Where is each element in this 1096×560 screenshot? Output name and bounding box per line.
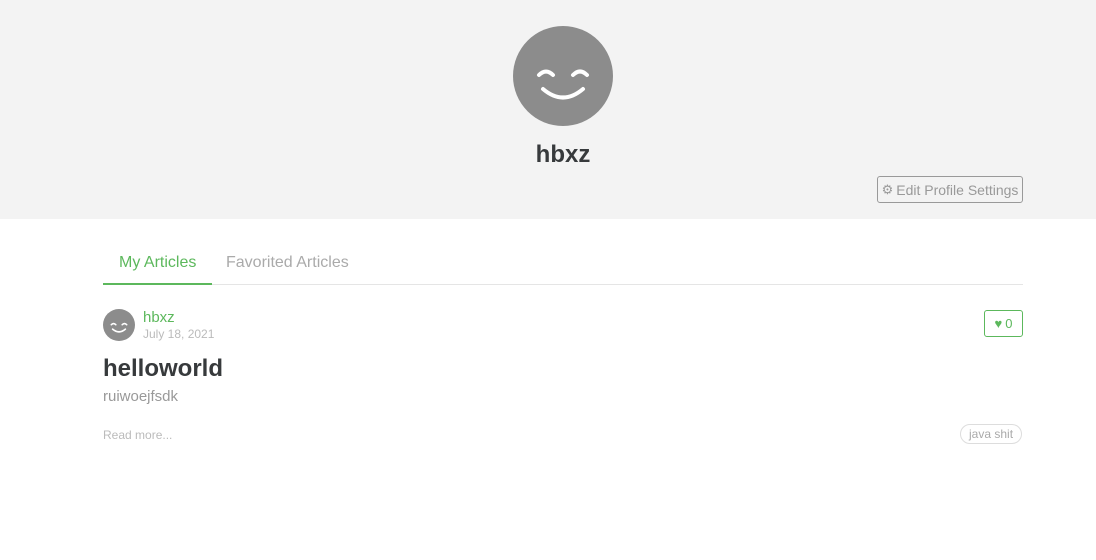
article-date: July 18, 2021 [143, 327, 215, 341]
favorite-button[interactable]: ♥ 0 [984, 310, 1023, 337]
tab-my-articles[interactable]: My Articles [103, 244, 213, 285]
author-avatar[interactable] [103, 309, 135, 341]
tag-pill: java shit [960, 424, 1023, 444]
edit-profile-settings-label: Edit Profile Settings [896, 181, 1019, 198]
read-more-link[interactable]: Read more... [103, 428, 172, 442]
tab-favorited-articles[interactable]: Favorited Articles [210, 244, 365, 285]
heart-icon: ♥ [994, 316, 1003, 331]
smiley-face-icon [110, 322, 128, 333]
smiley-face-icon [537, 69, 589, 100]
article-description[interactable]: ruiwoejfsdk [103, 388, 178, 405]
profile-username: hbxz [535, 141, 591, 168]
article-title[interactable]: helloworld [103, 355, 223, 383]
edit-profile-settings-button[interactable]: ⚙ Edit Profile Settings [877, 176, 1023, 203]
author-link[interactable]: hbxz [143, 309, 175, 326]
article-preview: hbxz July 18, 2021 ♥ 0 helloworld ruiwoe… [103, 308, 1023, 448]
gear-icon: ⚙ [881, 182, 894, 197]
favorites-count: 0 [1005, 316, 1013, 331]
article-tabs: My Articles Favorited Articles [103, 244, 1023, 285]
user-info-banner: hbxz ⚙ Edit Profile Settings [0, 0, 1096, 219]
profile-avatar [513, 26, 613, 126]
